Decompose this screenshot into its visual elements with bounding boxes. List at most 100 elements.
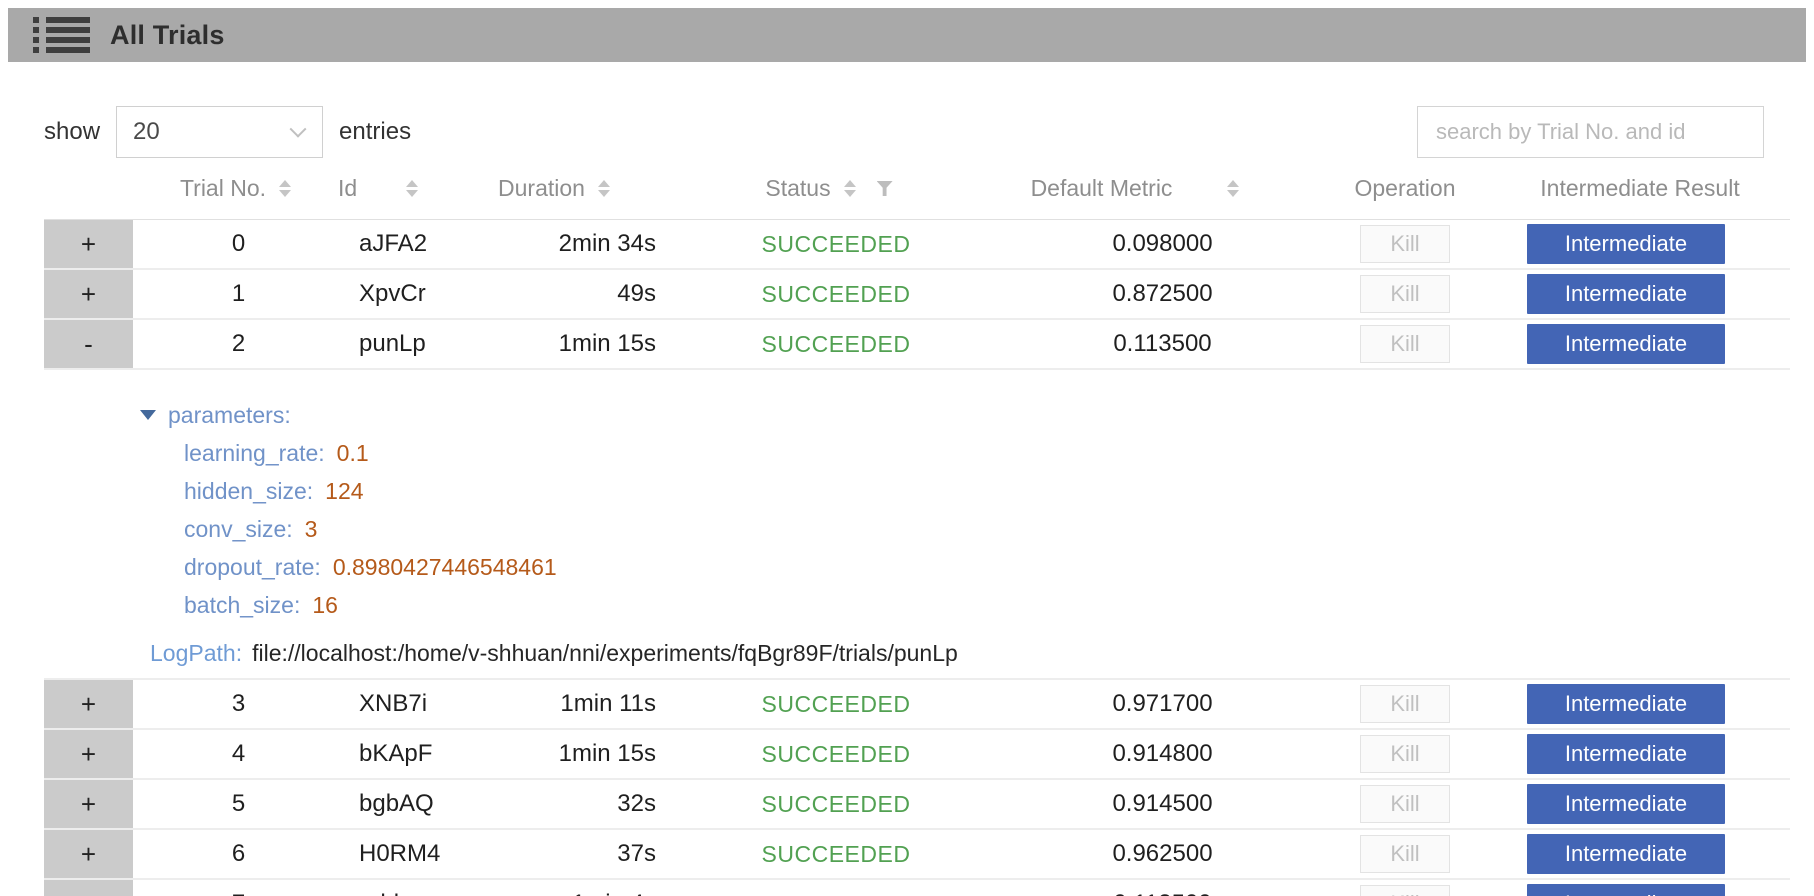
table-header-row: Trial No. Id Duration Status Default Met… <box>44 158 1790 220</box>
kill-button[interactable]: Kill <box>1360 275 1450 313</box>
trial-id: rohlg <box>308 880 428 896</box>
kill-button[interactable]: Kill <box>1360 325 1450 363</box>
status-badge: SUCCEEDED <box>680 680 950 728</box>
table-row: - 2 punLp 1min 15s SUCCEEDED 0.113500 Ki… <box>44 320 1790 370</box>
param-value: 124 <box>325 478 363 505</box>
table-row: + 7 rohlg 1min 4s SUCCEEDED 0.113500 Kil… <box>44 880 1790 896</box>
status-badge: SUCCEEDED <box>680 320 950 368</box>
intermediate-button[interactable]: Intermediate <box>1527 224 1725 264</box>
entries-label: entries <box>339 118 411 146</box>
expand-toggle[interactable]: + <box>44 220 133 268</box>
trial-duration: 37s <box>428 830 680 878</box>
parameter-row: dropout_rate: 0.8980427446548461 <box>44 548 1790 586</box>
status-badge: SUCCEEDED <box>680 730 950 778</box>
list-icon <box>33 17 90 53</box>
trial-id: XpvCr <box>308 270 428 318</box>
trial-duration: 49s <box>428 270 680 318</box>
param-value: 3 <box>305 516 318 543</box>
column-header-default-metric[interactable]: Default Metric <box>950 158 1320 219</box>
param-key: hidden_size: <box>184 478 313 505</box>
param-value: 0.1 <box>337 440 369 467</box>
trial-no: 3 <box>133 680 308 728</box>
expand-toggle[interactable]: + <box>44 830 133 878</box>
page-size-value: 20 <box>133 118 160 146</box>
titlebar: All Trials <box>8 8 1806 62</box>
status-badge: SUCCEEDED <box>680 880 950 896</box>
trial-no: 5 <box>133 780 308 828</box>
table-row: + 0 aJFA2 2min 34s SUCCEEDED 0.098000 Ki… <box>44 220 1790 270</box>
intermediate-button[interactable]: Intermediate <box>1527 734 1725 774</box>
intermediate-button[interactable]: Intermediate <box>1527 684 1725 724</box>
trial-id: XNB7i <box>308 680 428 728</box>
intermediate-button[interactable]: Intermediate <box>1527 834 1725 874</box>
sort-icon[interactable] <box>279 180 291 197</box>
trials-table: Trial No. Id Duration Status Default Met… <box>44 158 1790 896</box>
trial-duration: 1min 15s <box>428 320 680 368</box>
intermediate-button[interactable]: Intermediate <box>1527 324 1725 364</box>
intermediate-button[interactable]: Intermediate <box>1527 784 1725 824</box>
param-key: dropout_rate: <box>184 554 321 581</box>
column-header-status[interactable]: Status <box>680 158 950 219</box>
intermediate-button[interactable]: Intermediate <box>1527 274 1725 314</box>
trial-duration: 1min 4s <box>428 880 680 896</box>
param-key: batch_size: <box>184 592 300 619</box>
logpath-row: LogPath: file://localhost:/home/v-shhuan… <box>44 634 1790 672</box>
kill-button[interactable]: Kill <box>1360 885 1450 896</box>
kill-button[interactable]: Kill <box>1360 735 1450 773</box>
status-badge: SUCCEEDED <box>680 830 950 878</box>
column-header-trial-no[interactable]: Trial No. <box>133 158 308 219</box>
trial-id: punLp <box>308 320 428 368</box>
trial-no: 1 <box>133 270 308 318</box>
kill-button[interactable]: Kill <box>1360 225 1450 263</box>
expand-toggle[interactable]: + <box>44 680 133 728</box>
param-value: 16 <box>312 592 338 619</box>
default-metric: 0.098000 <box>950 220 1320 268</box>
kill-button[interactable]: Kill <box>1360 785 1450 823</box>
parameter-row: learning_rate: 0.1 <box>44 434 1790 472</box>
column-header-id[interactable]: Id <box>308 158 428 219</box>
status-badge: SUCCEEDED <box>680 270 950 318</box>
sort-icon[interactable] <box>598 180 610 197</box>
parameter-row: conv_size: 3 <box>44 510 1790 548</box>
logpath-value: file://localhost:/home/v-shhuan/nni/expe… <box>252 640 958 667</box>
trial-duration: 1min 11s <box>428 680 680 728</box>
search-input[interactable] <box>1417 106 1764 158</box>
trial-id: aJFA2 <box>308 220 428 268</box>
sort-icon[interactable] <box>1227 180 1239 197</box>
trial-no: 4 <box>133 730 308 778</box>
collapse-arrow-icon <box>140 410 156 420</box>
page-size-select[interactable]: 20 <box>116 106 323 158</box>
trial-id: H0RM4 <box>308 830 428 878</box>
intermediate-button[interactable]: Intermediate <box>1527 884 1725 896</box>
kill-button[interactable]: Kill <box>1360 835 1450 873</box>
expand-toggle[interactable]: + <box>44 270 133 318</box>
expand-toggle[interactable]: + <box>44 880 133 896</box>
trial-id: bgbAQ <box>308 780 428 828</box>
sort-icon[interactable] <box>844 180 856 197</box>
parameter-row: batch_size: 16 <box>44 586 1790 624</box>
parameters-toggle[interactable]: parameters: <box>44 396 1790 434</box>
trial-no: 7 <box>133 880 308 896</box>
sort-icon[interactable] <box>406 180 418 197</box>
table-row: + 3 XNB7i 1min 11s SUCCEEDED 0.971700 Ki… <box>44 680 1790 730</box>
param-key: conv_size: <box>184 516 293 543</box>
default-metric: 0.113500 <box>950 880 1320 896</box>
page-title: All Trials <box>110 20 225 51</box>
expand-toggle[interactable]: + <box>44 730 133 778</box>
trial-duration: 2min 34s <box>428 220 680 268</box>
expand-column-header <box>44 158 133 219</box>
table-row: + 1 XpvCr 49s SUCCEEDED 0.872500 Kill In… <box>44 270 1790 320</box>
trial-details-pane: parameters: learning_rate: 0.1 hidden_si… <box>44 370 1790 680</box>
parameter-row: hidden_size: 124 <box>44 472 1790 510</box>
default-metric: 0.914800 <box>950 730 1320 778</box>
collapse-toggle[interactable]: - <box>44 320 133 368</box>
table-row: + 6 H0RM4 37s SUCCEEDED 0.962500 Kill In… <box>44 830 1790 880</box>
logpath-label: LogPath: <box>150 640 242 667</box>
column-header-operation: Operation <box>1320 158 1490 219</box>
column-header-duration[interactable]: Duration <box>428 158 680 219</box>
trial-no: 2 <box>133 320 308 368</box>
kill-button[interactable]: Kill <box>1360 685 1450 723</box>
filter-icon[interactable] <box>877 181 893 196</box>
param-key: learning_rate: <box>184 440 325 467</box>
expand-toggle[interactable]: + <box>44 780 133 828</box>
